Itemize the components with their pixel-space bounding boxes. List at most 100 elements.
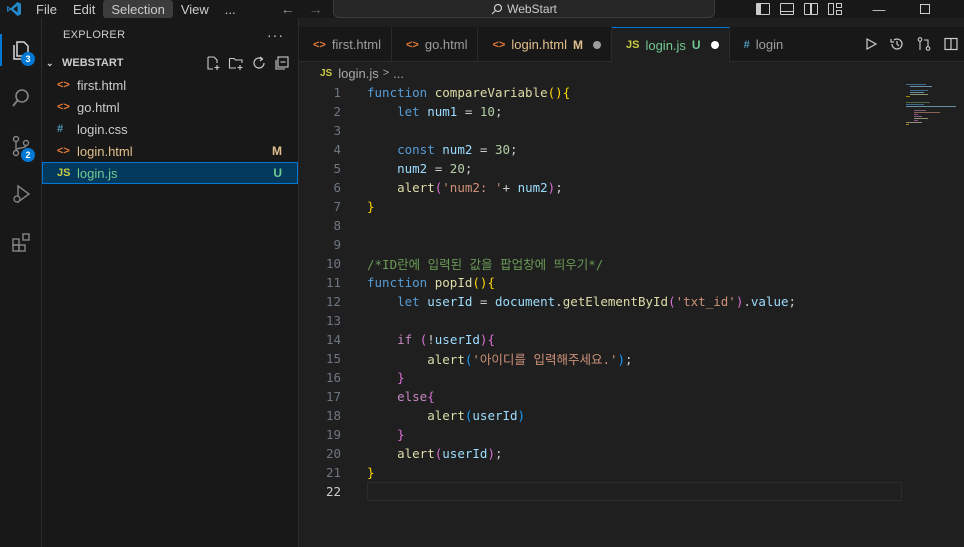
- toggle-primary-sidebar-icon[interactable]: [756, 3, 770, 15]
- code-line: 20 alert(userId);: [325, 446, 503, 461]
- code-line: 9: [333, 237, 341, 252]
- unsaved-dot-icon[interactable]: [592, 40, 601, 49]
- split-editor-icon[interactable]: [943, 36, 959, 52]
- extensions-icon: [12, 233, 30, 252]
- maximize-icon[interactable]: [902, 0, 948, 18]
- minimap-line: [906, 84, 926, 85]
- code-line: 19 }: [325, 427, 405, 442]
- toggle-secondary-sidebar-icon[interactable]: [804, 3, 818, 15]
- file-item[interactable]: <> login.html M: [42, 140, 298, 162]
- tab-label: login: [755, 37, 784, 52]
- breadcrumb-symbols[interactable]: ...: [393, 66, 404, 81]
- minimap-line: [910, 92, 924, 93]
- source-control-activity[interactable]: 2: [0, 126, 42, 166]
- run-debug-activity[interactable]: [0, 174, 42, 214]
- minimap-line: [914, 116, 922, 117]
- minimap-line: [914, 118, 928, 119]
- file-type-icon: <>: [405, 38, 419, 51]
- editor-tab[interactable]: <> login.html M: [478, 27, 612, 62]
- new-folder-icon[interactable]: [228, 55, 244, 71]
- minimap-line: [914, 110, 926, 111]
- file-type-icon: #: [743, 38, 750, 51]
- extensions-activity[interactable]: [0, 222, 42, 262]
- menu-file[interactable]: File: [28, 0, 65, 18]
- code-line: 7}: [333, 199, 375, 214]
- editor-tab[interactable]: # login: [730, 27, 794, 62]
- minimap-line: [906, 124, 909, 125]
- menu-view[interactable]: View: [173, 0, 217, 18]
- code-line: 4 const num2 = 30;: [333, 142, 518, 157]
- minimap-line: [914, 112, 940, 113]
- file-item[interactable]: <> first.html: [42, 74, 298, 96]
- git-status-badge: U: [691, 38, 701, 52]
- command-center-label: WebStart: [507, 1, 557, 16]
- forward-arrow-icon[interactable]: →: [302, 1, 330, 17]
- refresh-icon[interactable]: [251, 55, 267, 71]
- editor-tab[interactable]: <> go.html: [392, 27, 479, 62]
- editor-tab[interactable]: JS login.js U: [611, 27, 730, 62]
- run-icon[interactable]: [864, 37, 878, 51]
- collapse-all-icon[interactable]: [274, 55, 290, 71]
- file-type-icon: <>: [57, 101, 70, 113]
- code-line: 1 function compareVariable(){: [333, 85, 571, 100]
- timeline-icon[interactable]: [889, 36, 905, 52]
- vscode-logo-icon: [0, 0, 28, 18]
- workspace-section[interactable]: ⌄ WEBSTART: [42, 52, 298, 74]
- minimap-line: [914, 114, 918, 115]
- minimap-line: [906, 96, 910, 97]
- menu-selection[interactable]: Selection: [103, 0, 173, 18]
- breadcrumb-file[interactable]: login.js: [338, 66, 378, 81]
- editor-actions: [858, 27, 964, 62]
- run-debug-icon: [13, 184, 31, 204]
- code-line: 13: [325, 313, 341, 328]
- scm-badge: 2: [21, 148, 35, 162]
- editor-tab[interactable]: <> first.html: [299, 27, 392, 62]
- git-status-badge: M: [272, 144, 282, 158]
- menu-edit[interactable]: Edit: [65, 0, 103, 18]
- search-icon: [491, 3, 503, 14]
- minimap-line: [914, 120, 918, 121]
- code-line: 18 alert(userId): [325, 408, 526, 423]
- customize-layout-icon[interactable]: [828, 3, 842, 15]
- code-line: 15 alert('아이디를 입력해주세요.');: [325, 351, 633, 367]
- toggle-panel-icon[interactable]: [780, 3, 794, 15]
- file-type-icon: <>: [492, 38, 506, 51]
- minimap-line: [906, 104, 924, 105]
- compare-changes-icon[interactable]: [916, 36, 932, 52]
- file-name: login.css: [77, 121, 128, 137]
- explorer-sidebar: EXPLORER ··· ⌄ WEBSTART <> first.html <> go…: [42, 18, 299, 547]
- more-actions-icon[interactable]: ···: [267, 27, 284, 43]
- file-name: login.html: [77, 143, 133, 159]
- code-line: 22: [325, 484, 341, 499]
- tab-label: first.html: [331, 37, 381, 52]
- chevron-right-icon: >: [382, 67, 390, 79]
- code-editor[interactable]: 1 function compareVariable(){ 2 let num1 …: [299, 82, 903, 547]
- back-arrow-icon[interactable]: ←: [274, 1, 302, 17]
- file-item[interactable]: # login.css: [42, 118, 298, 140]
- minimap-line: [910, 94, 928, 95]
- search-activity[interactable]: [0, 78, 42, 118]
- git-status-badge: M: [572, 37, 583, 52]
- file-item[interactable]: JS login.js U: [42, 162, 298, 184]
- code-line: 16 }: [325, 370, 405, 385]
- tab-label: go.html: [424, 37, 468, 52]
- code-line: 2 let num1 = 10;: [333, 104, 503, 119]
- code-line: 21}: [325, 465, 375, 480]
- unsaved-dot-icon[interactable]: [710, 41, 719, 49]
- menu-more[interactable]: ...: [217, 0, 244, 18]
- explorer-title: EXPLORER: [63, 29, 126, 41]
- code-line: 8: [333, 218, 341, 233]
- file-item[interactable]: <> go.html: [42, 96, 298, 118]
- code-line: 6 alert('num2: '+ num2);: [333, 180, 563, 195]
- new-file-icon[interactable]: [205, 55, 221, 71]
- file-type-icon: #: [57, 123, 64, 135]
- minimize-icon[interactable]: —: [856, 0, 902, 18]
- code-line: 10/*ID란에 입력된 값을 팝업창에 띄우기*/: [325, 256, 604, 272]
- command-center-search[interactable]: WebStart: [333, 0, 715, 18]
- explorer-activity[interactable]: 3: [0, 30, 42, 70]
- file-type-icon: <>: [57, 79, 70, 91]
- minimap[interactable]: [904, 84, 964, 547]
- explorer-badge: 3: [21, 52, 35, 66]
- search-icon: [12, 89, 29, 107]
- file-type-icon: JS: [57, 167, 71, 179]
